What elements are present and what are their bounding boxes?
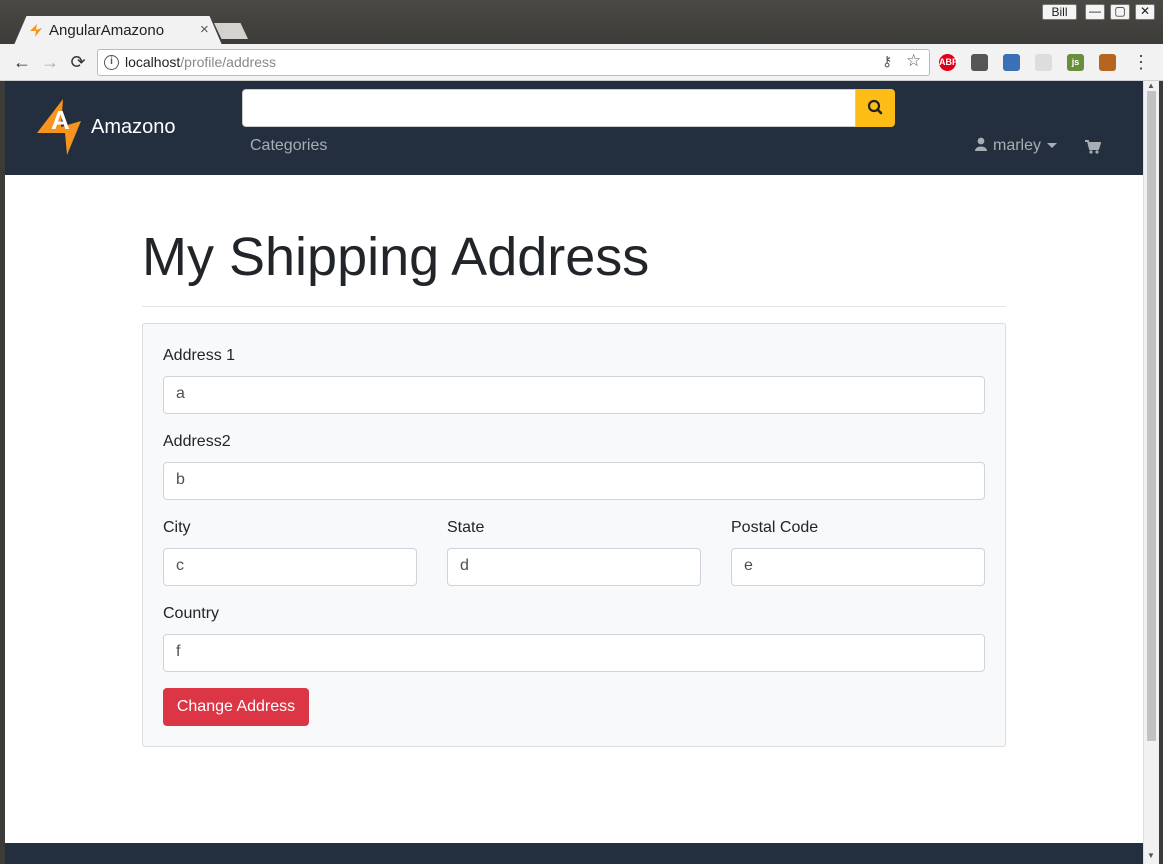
scroll-thumb[interactable] <box>1147 91 1156 741</box>
address1-input[interactable]: a <box>163 376 985 414</box>
monkey-icon[interactable] <box>1099 54 1116 71</box>
address-form-card: Address 1 a Address2 b City c State d Po… <box>142 323 1006 747</box>
profile-user-button[interactable]: Bill <box>1042 4 1077 20</box>
back-arrow-icon[interactable]: ← <box>12 52 32 72</box>
tab-title: AngularAmazono <box>49 22 165 39</box>
city-label: City <box>163 519 191 536</box>
page-scrollbar[interactable]: ▲ ▼ <box>1143 81 1159 864</box>
tab-close-icon[interactable]: × <box>200 21 209 38</box>
adblock-icon[interactable]: ABP <box>939 54 958 71</box>
tab-favicon-icon <box>30 24 42 37</box>
change-address-button[interactable]: Change Address <box>163 688 309 726</box>
svg-text:A: A <box>51 105 70 135</box>
brand-name[interactable]: Amazono <box>91 116 176 139</box>
info-icon[interactable]: i <box>104 55 119 70</box>
browser-toolbar: ← → ⟳ i localhost/profile/address ⚷ ☆ AB… <box>0 44 1163 81</box>
url-path: /profile/address <box>180 54 276 70</box>
url-host: localhost <box>125 54 181 70</box>
postal-code-input[interactable]: e <box>731 548 985 586</box>
search-input[interactable] <box>242 89 856 127</box>
react-icon[interactable] <box>1035 54 1052 71</box>
site-footer <box>5 843 1143 864</box>
scroll-down-arrow-icon[interactable]: ▼ <box>1147 851 1155 860</box>
categories-link[interactable]: Categories <box>250 137 327 155</box>
colorpicker-icon[interactable] <box>1003 54 1020 71</box>
minimize-button[interactable]: — <box>1085 4 1105 20</box>
forward-arrow-icon[interactable]: → <box>40 52 60 72</box>
browser-tab-active[interactable]: AngularAmazono × <box>14 16 222 45</box>
search-icon <box>867 99 883 115</box>
sync-icon[interactable] <box>971 54 988 71</box>
country-input[interactable]: f <box>163 634 985 672</box>
page-viewport: A Amazono Categories marley My Shipping … <box>5 81 1143 864</box>
title-divider <box>142 306 1006 307</box>
search-button[interactable] <box>856 89 895 127</box>
browser-menu-icon[interactable]: ⋮ <box>1132 52 1150 73</box>
state-input[interactable]: d <box>447 548 701 586</box>
user-dropdown[interactable]: marley <box>975 137 1058 155</box>
username: marley <box>993 137 1042 154</box>
address2-input[interactable]: b <box>163 462 985 500</box>
city-input[interactable]: c <box>163 548 417 586</box>
new-tab-button[interactable] <box>214 23 248 39</box>
postal-code-label: Postal Code <box>731 519 819 536</box>
js-icon[interactable]: js <box>1067 54 1084 71</box>
reload-icon[interactable]: ⟳ <box>68 52 88 72</box>
maximize-button[interactable]: ▢ <box>1110 4 1130 20</box>
key-icon[interactable]: ⚷ <box>882 53 892 70</box>
state-label: State <box>447 519 485 536</box>
site-navbar: A Amazono Categories marley <box>5 81 1143 175</box>
cart-icon[interactable] <box>1085 139 1101 155</box>
address-bar[interactable]: i localhost/profile/address ⚷ ☆ <box>97 49 930 76</box>
address2-label: Address2 <box>163 433 231 450</box>
user-icon <box>975 137 987 151</box>
page-title: My Shipping Address <box>142 227 650 287</box>
amazono-logo-icon[interactable]: A <box>37 97 87 157</box>
close-window-button[interactable]: ✕ <box>1135 4 1155 20</box>
window-titlebar: AngularAmazono × Bill — ▢ ✕ <box>0 0 1163 45</box>
chevron-down-icon <box>1047 143 1058 149</box>
scroll-up-arrow-icon[interactable]: ▲ <box>1147 81 1155 90</box>
country-label: Country <box>163 605 220 622</box>
url-text: localhost/profile/address <box>125 54 276 70</box>
bookmark-star-icon[interactable]: ☆ <box>906 51 921 71</box>
address1-label: Address 1 <box>163 347 236 364</box>
